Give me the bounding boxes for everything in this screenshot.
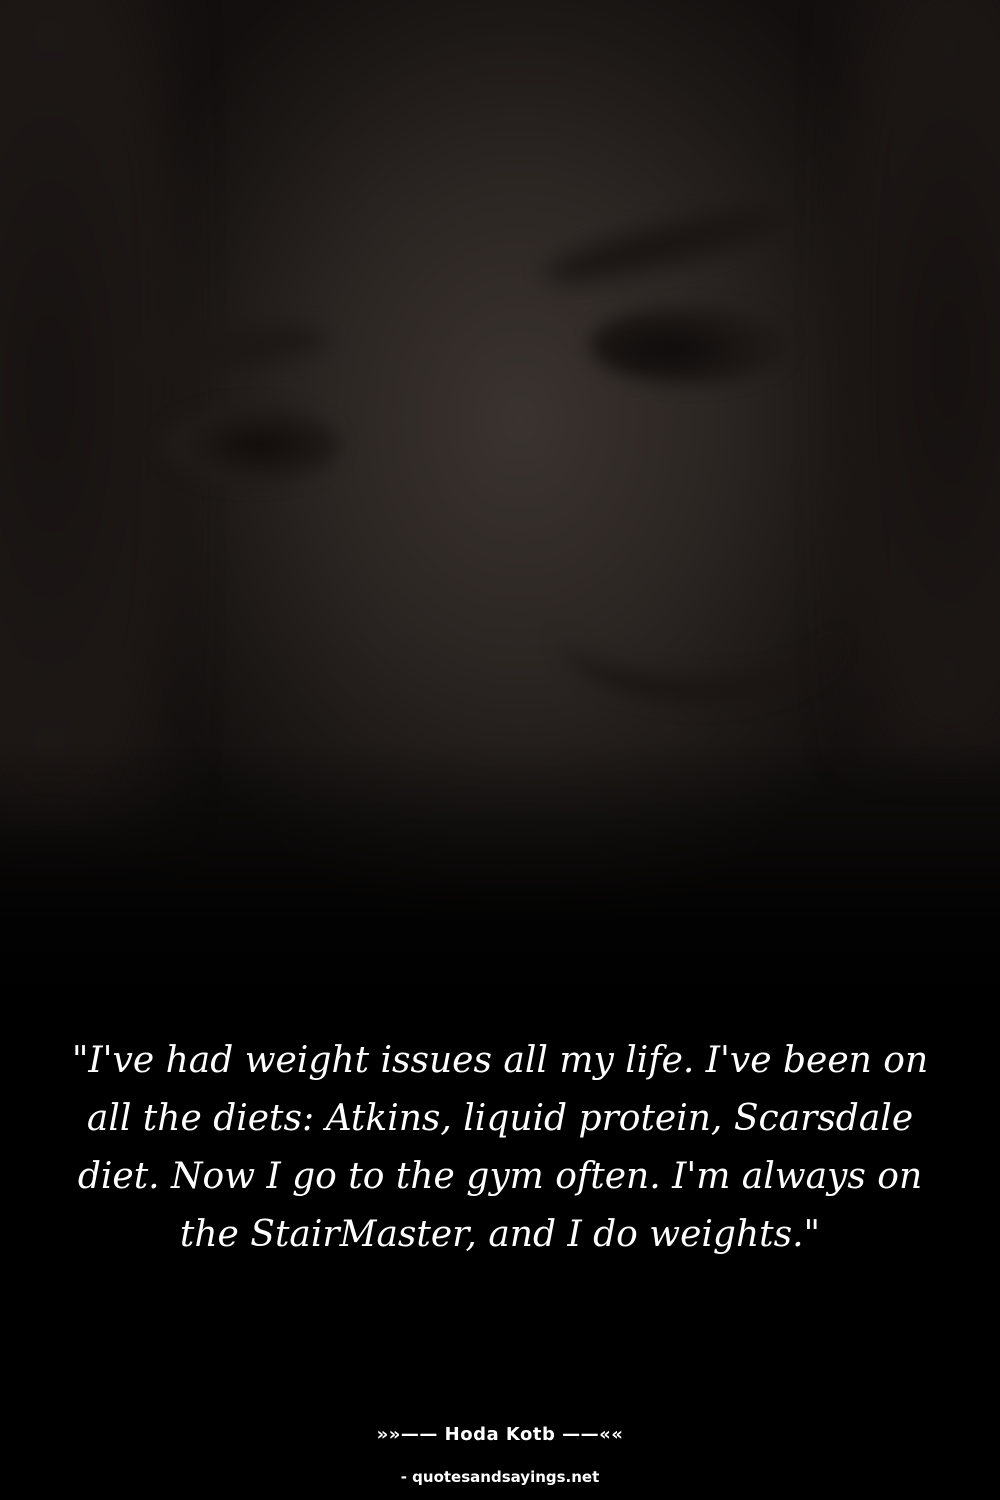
- source-credit: - quotesandsayings.net: [400, 1468, 600, 1486]
- photo-eye-left: [160, 405, 340, 485]
- photo-hair-left: [0, 0, 180, 840]
- quote-author: »»—— Hoda Kotb ——««: [376, 1424, 624, 1445]
- background-portrait-photo: [0, 0, 1000, 1000]
- photo-brow-right: [538, 195, 792, 295]
- photo-bottom-fade: [0, 740, 1000, 1000]
- quote-poster: "I've had weight issues all my life. I'v…: [0, 0, 1000, 1500]
- quote-text: "I've had weight issues all my life. I'v…: [71, 1040, 929, 1255]
- photo-hair-right: [840, 0, 1000, 760]
- photo-eye-right: [590, 305, 790, 385]
- photo-smile: [560, 560, 840, 702]
